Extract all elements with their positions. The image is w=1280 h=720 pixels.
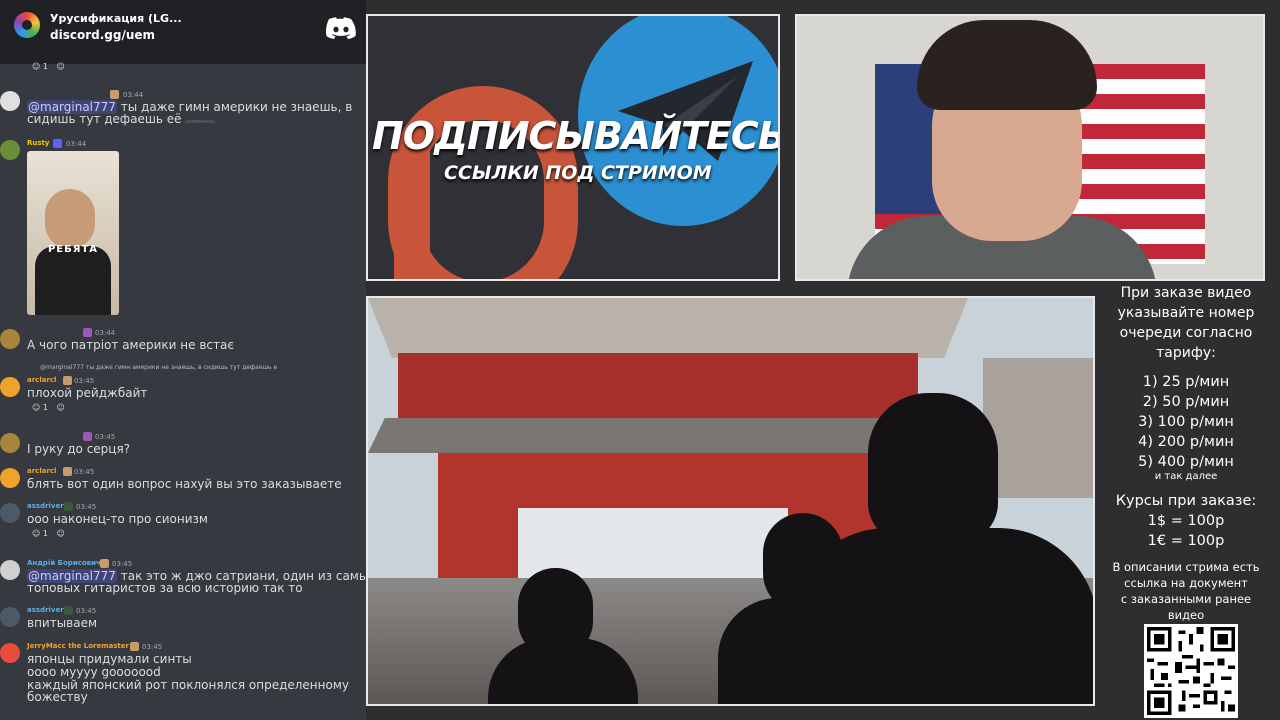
add-reaction-icon[interactable]: ☺: [57, 529, 65, 538]
role-badge: [63, 376, 72, 385]
order-instructions: При заказе видео указывайте номер очеред…: [1117, 285, 1255, 361]
avatar[interactable]: [0, 643, 20, 663]
discord-chat-panel: Урусификация (LG... discord.gg/uem ☺ 1 ☺…: [0, 0, 366, 720]
tariff-item: 4) 200 р/мин: [1138, 434, 1234, 450]
subscribe-banner: ПОДПИСЫВАЙТЕСЬ ССЫЛКИ ПОД СТРИМОМ: [366, 14, 780, 281]
message-text: впитываем: [27, 616, 98, 630]
author-name[interactable]: arclarcl: [27, 376, 56, 384]
role-badge: [64, 606, 73, 615]
avatar[interactable]: [0, 140, 20, 160]
message-text: І руку до серця?: [27, 442, 131, 456]
message-image[interactable]: РЕБЯТА: [27, 151, 119, 315]
message-text: топовых гитаристов за всю историю так то: [27, 581, 303, 595]
author-name[interactable]: Андрій Борисович: [27, 559, 101, 567]
image-body: [35, 246, 111, 315]
server-name: Урусификация (LG...: [50, 12, 182, 25]
webcam-feed: [795, 14, 1265, 281]
emoji-icon: ☺: [32, 403, 41, 412]
tariff-item: 5) 400 р/мин: [1138, 454, 1234, 470]
add-reaction-icon[interactable]: ☺: [57, 62, 65, 71]
message-time: 03:45: [76, 503, 97, 511]
avatar[interactable]: [0, 503, 20, 523]
message-time: 03:44: [95, 329, 116, 337]
avatar[interactable]: [0, 329, 20, 349]
silhouette-head: [868, 393, 998, 543]
rates-title: Курсы при заказе:: [1115, 493, 1257, 509]
chat-header: Урусификация (LG... discord.gg/uem: [0, 0, 366, 64]
role-badge: [110, 90, 119, 99]
tariff-etc: и так далее: [1154, 471, 1218, 482]
role-badge: [83, 432, 92, 441]
avatar[interactable]: [0, 377, 20, 397]
message-time: 03:45: [142, 643, 163, 651]
reply-preview[interactable]: @marginal777 ты даже гимн америки не зна…: [40, 364, 277, 371]
banner-subtitle: ССЫЛКИ ПОД СТРИМОМ: [444, 162, 712, 184]
role-badge: [100, 559, 109, 568]
author-name[interactable]: arclarcl: [27, 467, 56, 475]
reaction-chip[interactable]: ☺ 1 ☺: [32, 62, 65, 76]
author-name[interactable]: JerryMacc the Loremaster: [27, 642, 129, 650]
message-text: сидишь тут дефаешь её (изменено): [27, 112, 215, 126]
author-name[interactable]: Rusty: [27, 139, 49, 147]
rate-item: 1$ = 100р: [1147, 513, 1225, 529]
qr-code[interactable]: [1144, 624, 1238, 718]
emoji-icon: ☺: [32, 529, 41, 538]
patreon-icon-bar: [394, 146, 430, 279]
exchange-rates: Курсы при заказе: 1$ = 100р 1€ = 100р: [1100, 491, 1272, 551]
server-icon[interactable]: [14, 12, 40, 38]
gate-upper-floor: [398, 353, 918, 428]
image-caption: РЕБЯТА: [47, 244, 99, 255]
banner-title: ПОДПИСЫВАЙТЕСЬ: [372, 114, 780, 158]
stream-layout: Урусификация (LG... discord.gg/uem ☺ 1 ☺…: [0, 0, 1280, 720]
reaction-chip[interactable]: ☺ 1 ☺: [32, 529, 65, 543]
add-reaction-icon[interactable]: ☺: [57, 403, 65, 412]
message-time: 03:44: [66, 140, 87, 148]
image-face: [45, 189, 95, 249]
message-text: японцы придумали синты: [27, 652, 192, 666]
reaction-chip[interactable]: ☺ 1 ☺: [32, 403, 65, 417]
tariff-item: 2) 50 р/мин: [1142, 394, 1230, 410]
avatar[interactable]: [0, 607, 20, 627]
tariff-item: 1) 25 р/мин: [1142, 374, 1230, 390]
message-text: божеству: [27, 690, 88, 704]
emoji-icon: ☺: [32, 62, 41, 71]
discord-logo-icon: [326, 17, 356, 39]
role-badge: [53, 139, 62, 148]
tariff-list: 1) 25 р/мин 2) 50 р/мин 3) 100 р/мин 4) …: [1100, 372, 1272, 472]
role-badge: [83, 328, 92, 337]
message-time: 03:45: [76, 607, 97, 615]
person-hair: [917, 20, 1097, 110]
rate-item: 1€ = 100р: [1147, 533, 1225, 549]
role-badge: [130, 642, 139, 651]
avatar[interactable]: [0, 91, 20, 111]
order-info-panel: При заказе видео указывайте номер очеред…: [1100, 283, 1272, 720]
avatar[interactable]: [0, 433, 20, 453]
avatar[interactable]: [0, 560, 20, 580]
message-time: 03:45: [74, 377, 95, 385]
message-text: А чого патріот америки не встає: [27, 338, 234, 352]
edited-tag: (изменено): [185, 119, 215, 125]
author-name[interactable]: assdriver: [27, 502, 64, 510]
message-text: блять вот один вопрос нахуй вы это заказ…: [27, 477, 342, 491]
message-text: оооо муууу gooooood: [27, 665, 161, 679]
message-text: плохой рейджбайт: [27, 386, 148, 400]
invite-link[interactable]: discord.gg/uem: [50, 28, 155, 42]
message-time: 03:45: [74, 468, 95, 476]
message-time: 03:45: [112, 560, 133, 568]
message-time: 03:45: [95, 433, 116, 441]
silhouette-body: [718, 598, 848, 704]
message-text: ооо наконец-то про сионизм: [27, 512, 208, 526]
role-badge: [63, 467, 72, 476]
description-note: В описании стрима есть ссылка на докумен…: [1112, 560, 1260, 622]
role-badge: [64, 502, 73, 511]
tariff-item: 3) 100 р/мин: [1138, 414, 1234, 430]
background-building: [983, 358, 1093, 498]
message-time: 03:44: [123, 91, 144, 99]
author-name[interactable]: assdriver: [27, 606, 64, 614]
video-player[interactable]: [366, 296, 1095, 706]
avatar[interactable]: [0, 468, 20, 488]
gate-middle-roof: [368, 418, 928, 453]
gate-roof: [368, 298, 968, 358]
